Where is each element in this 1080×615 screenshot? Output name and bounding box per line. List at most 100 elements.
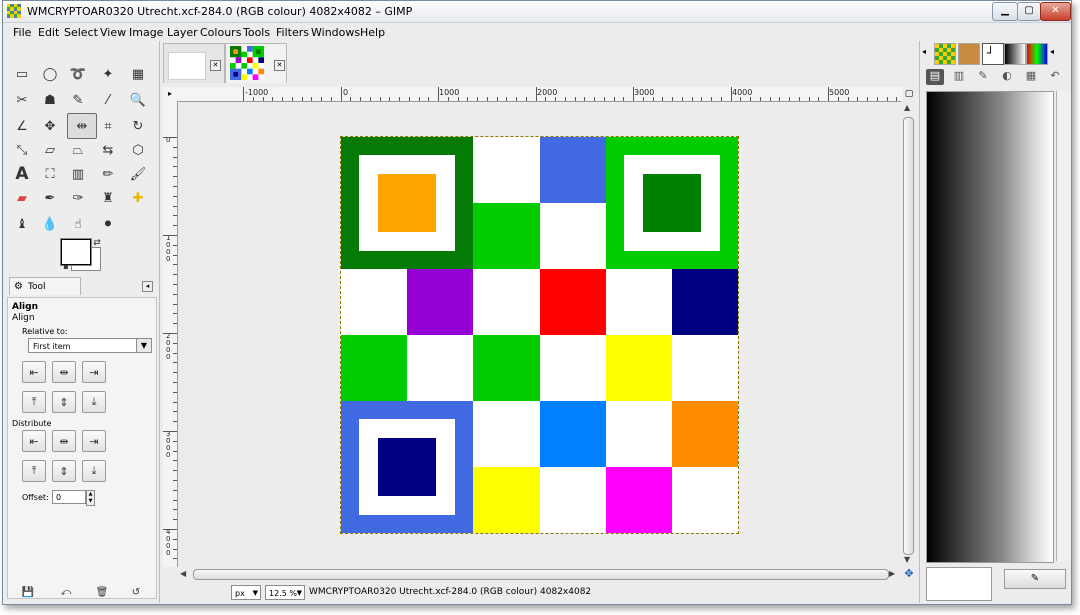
close-icon[interactable]: ✕ (274, 60, 285, 71)
align-bottom-button[interactable]: ⤓ (82, 391, 106, 413)
reset-options-icon[interactable]: ↺ (129, 585, 143, 599)
save-options-icon[interactable]: 💾 (21, 585, 35, 599)
measure-icon[interactable]: ∠ (11, 115, 33, 137)
image-canvas[interactable] (340, 136, 739, 534)
eraser-icon[interactable]: ▰ (11, 187, 33, 209)
histogram-icon[interactable]: ▦ (1022, 69, 1040, 85)
fuzzy-select-icon[interactable]: ✦ (97, 63, 119, 85)
distribute-top-button[interactable]: ⤒ (22, 460, 46, 482)
fonts-tab[interactable]: ┘ (982, 43, 1004, 65)
navigate-icon[interactable]: ✥ (903, 567, 915, 581)
clone-icon[interactable]: ♜ (97, 187, 119, 209)
align-center-h-button[interactable]: ⇹ (52, 361, 76, 383)
default-colors-icon[interactable]: ▪ (61, 261, 71, 271)
gradients-tab[interactable] (1004, 43, 1026, 65)
image-tab-blank[interactable]: ✕ (163, 43, 225, 83)
minimize-button[interactable]: ▁ (992, 2, 1018, 21)
pencil-icon[interactable]: ✏ (97, 163, 119, 185)
channels-icon[interactable]: ▥ (950, 69, 968, 85)
tab-tool-options[interactable]: ⚙ Tool Options (9, 277, 81, 310)
panel-menu-icon[interactable]: ◂ (142, 281, 153, 292)
patterns-tab[interactable] (934, 43, 956, 65)
distribute-center-h-button[interactable]: ⇹ (52, 430, 76, 452)
scroll-right-icon[interactable]: ▶ (889, 569, 895, 578)
text-tool-icon[interactable]: A (11, 163, 33, 185)
menu-select[interactable]: Select (64, 26, 98, 39)
menu-filters[interactable]: Filters (276, 26, 309, 39)
menu-layer[interactable]: Layer (167, 26, 198, 39)
undo-history-icon[interactable]: ↶ (1046, 69, 1064, 85)
ellipse-select-icon[interactable]: ◯ (39, 63, 61, 85)
blend-icon[interactable]: ▥ (67, 163, 89, 185)
menu-colours[interactable]: Colours (200, 26, 241, 39)
image-tab-active[interactable]: ✕ (225, 43, 287, 83)
swap-colors-icon[interactable]: ⇄ (91, 237, 103, 249)
paths-icon[interactable]: ✎ (67, 89, 89, 111)
relative-to-select[interactable]: First item ▼ (28, 338, 152, 353)
scissors-select-icon[interactable]: ✂ (11, 89, 33, 111)
horizontal-scrollbar[interactable]: ◀ ▶ (177, 567, 901, 581)
select-by-color-icon[interactable]: ▦ (127, 63, 149, 85)
menu-edit[interactable]: Edit (38, 26, 59, 39)
quick-mask-menu-icon[interactable]: ▸ (163, 87, 177, 101)
brushes-tab[interactable] (958, 43, 980, 65)
distribute-bottom-button[interactable]: ⤓ (82, 460, 106, 482)
scroll-left-icon[interactable]: ◀ (180, 569, 186, 578)
cage-transform-icon[interactable]: ⬡ (127, 139, 149, 161)
color-picker-icon[interactable]: ⁄ (97, 89, 119, 111)
align-icon[interactable]: ⇹ (67, 113, 97, 139)
blur-icon[interactable]: 💧 (39, 213, 61, 235)
layers-icon[interactable]: ▤ (926, 69, 944, 85)
ink-icon[interactable]: ✑ (67, 187, 89, 209)
shear-icon[interactable]: ▱ (39, 139, 61, 161)
dock-tab-menu-icon[interactable]: ◂ (1050, 47, 1054, 56)
dock-menu-icon[interactable]: ◂ (922, 47, 926, 56)
distribute-middle-v-button[interactable]: ⇕ (52, 460, 76, 482)
close-icon[interactable]: ✕ (210, 60, 221, 71)
airbrush-icon[interactable]: ✒ (39, 187, 61, 209)
menu-file[interactable]: File (13, 26, 31, 39)
palettes-tab[interactable] (1026, 43, 1048, 65)
dodge-burn-icon[interactable]: ⚫ (97, 213, 119, 235)
free-select-icon[interactable]: ➰ (67, 63, 89, 85)
menu-image[interactable]: Image (129, 26, 163, 39)
crop-icon[interactable]: ⌗ (97, 115, 119, 137)
bucket-fill-icon[interactable]: ⛶ (39, 163, 61, 185)
distribute-right-button[interactable]: ⇥ (82, 430, 106, 452)
vertical-scroll-thumb[interactable] (903, 117, 914, 555)
zoom-select[interactable]: 12.5 % ▼ (265, 585, 305, 600)
menu-tools[interactable]: Tools (243, 26, 270, 39)
edit-button[interactable]: ✎ (1004, 569, 1066, 589)
menu-help[interactable]: Help (360, 26, 385, 39)
align-left-button[interactable]: ⇤ (22, 361, 46, 383)
horizontal-scroll-thumb[interactable] (193, 569, 889, 580)
rotate-icon[interactable]: ↻ (127, 115, 149, 137)
restore-options-icon[interactable]: ⤺ (59, 585, 73, 599)
menu-view[interactable]: View (100, 26, 126, 39)
align-right-button[interactable]: ⇥ (82, 361, 106, 383)
brush-preview[interactable] (926, 567, 992, 601)
delete-options-icon[interactable]: 🗑 (95, 585, 109, 599)
rect-select-icon[interactable]: ▭ (11, 63, 33, 85)
gradient-preview[interactable] (926, 91, 1054, 563)
offset-spinner[interactable]: ▲ ▼ (86, 490, 95, 506)
scroll-up-icon[interactable]: ▲ (904, 103, 910, 112)
align-middle-v-button[interactable]: ⇕ (52, 391, 76, 413)
perspective-icon[interactable]: ⏢ (67, 139, 89, 161)
perspective-clone-icon[interactable]: ♝ (11, 213, 33, 235)
foreground-select-icon[interactable]: ☗ (39, 89, 61, 111)
move-icon[interactable]: ✥ (39, 115, 61, 137)
paths-dock-icon[interactable]: ✎ (974, 69, 992, 85)
menu-windows[interactable]: Windows (311, 26, 360, 39)
zoom-to-window-icon[interactable]: ▢ (903, 87, 915, 101)
heal-icon[interactable]: ✚ (127, 187, 149, 209)
align-top-button[interactable]: ⤒ (22, 391, 46, 413)
vertical-scrollbar[interactable]: ▲ ▼ (901, 101, 915, 567)
dock-side-strip[interactable] (1056, 91, 1071, 561)
maximize-button[interactable]: ▢ (1017, 2, 1041, 21)
scale-icon[interactable]: ⤡ (11, 139, 33, 161)
zoom-icon[interactable]: 🔍 (127, 89, 149, 111)
flip-icon[interactable]: ⇆ (97, 139, 119, 161)
offset-input[interactable]: 0 (52, 490, 86, 504)
unit-select[interactable]: px ▼ (231, 585, 261, 600)
